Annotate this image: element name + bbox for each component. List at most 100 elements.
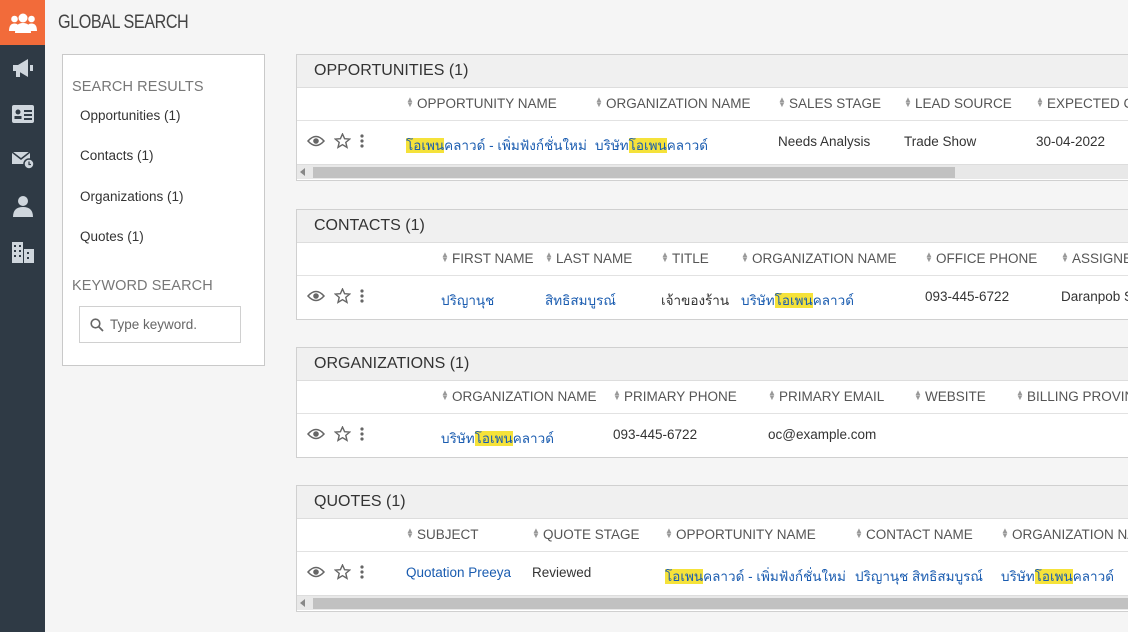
first-name-link[interactable]: ปริญานุช xyxy=(441,289,494,311)
star-icon[interactable] xyxy=(334,426,351,442)
sort-icon: ▲ ▼ xyxy=(441,250,449,264)
search-results-panel: SEARCH RESULTS Opportunities (1) Contact… xyxy=(62,54,265,366)
last-name-link[interactable]: สิทธิสมบูรณ์ xyxy=(545,289,616,311)
results-link-contacts[interactable]: Contacts (1) xyxy=(80,148,154,163)
organization-name-link[interactable]: บริษัทโอเพนคลาวด์ xyxy=(595,134,708,156)
sort-icon: ▲ ▼ xyxy=(1061,250,1069,264)
title-value: เจ้าของร้าน xyxy=(661,293,730,308)
id-card-icon[interactable] xyxy=(0,91,45,137)
opportunity-name-link[interactable]: โอเพนคลาวด์ - เพิ่มฟังก์ชั่นใหม่ xyxy=(406,134,587,156)
page-title: GLOBAL SEARCH xyxy=(58,12,189,33)
keyword-search-input[interactable] xyxy=(110,317,230,332)
sort-icon: ▲ ▼ xyxy=(768,388,776,402)
col-office-phone[interactable]: ▲ ▼ OFFICE PHONE xyxy=(925,251,1037,267)
col-billing-province[interactable]: ▲ ▼ BILLING PROVIN xyxy=(1016,388,1128,405)
col-contact-name[interactable]: ▲ ▼ CONTACT NAME xyxy=(855,526,973,543)
contact-name-link[interactable]: ปริญานุช สิทธิสมบูรณ์ xyxy=(855,565,983,587)
scrollbar-thumb[interactable] xyxy=(313,167,955,178)
megaphone-icon[interactable] xyxy=(0,45,45,91)
sort-icon: ▲ ▼ xyxy=(904,95,912,109)
col-expected-close[interactable]: ▲▼EXPECTED CL xyxy=(1036,95,1128,112)
quote-stage-value: Reviewed xyxy=(532,565,592,580)
star-icon[interactable] xyxy=(334,288,351,304)
users-group-icon[interactable] xyxy=(0,0,45,45)
sort-icon: ▲ ▼ xyxy=(595,95,603,109)
sidebar xyxy=(0,0,45,632)
office-phone-value: 093-445-6722 xyxy=(925,289,1010,304)
more-icon[interactable] xyxy=(360,565,364,579)
buildings-icon[interactable] xyxy=(0,229,45,275)
primary-phone-value: 093-445-6722 xyxy=(613,427,698,442)
organizations-header-row: ▲ ▼ ORGANIZATION NAME ▲ ▼ PRIMARY PHONE ▲ ▼ PR… xyxy=(297,381,1128,414)
sort-icon: ▲ ▼ xyxy=(661,250,669,264)
opportunity-name-link[interactable]: โอเพนคลาวด์ - เพิ่มฟังก์ชั่นใหม่ xyxy=(665,565,846,587)
col-primary-email[interactable]: ▲ ▼ PRIMARY EMAIL xyxy=(768,388,884,405)
search-results-heading: SEARCH RESULTS xyxy=(72,79,204,95)
quotes-section: QUOTES (1) ▲ ▼ SUBJECT ▲ ▼ QUOTE STAGE ▲ ▼ OPP… xyxy=(296,485,1128,612)
results-link-opportunities[interactable]: Opportunities (1) xyxy=(80,108,181,123)
more-icon[interactable] xyxy=(360,427,364,441)
person-icon[interactable] xyxy=(0,183,45,229)
col-organization-name[interactable]: ▲ ▼ ORGANIZATION NAME xyxy=(595,95,751,112)
col-last-name[interactable]: ▲ ▼ LAST NAME xyxy=(545,250,632,267)
col-first-name[interactable]: ▲ ▼ FIRST NAME xyxy=(441,250,534,267)
sort-icon: ▲ ▼ xyxy=(406,95,414,109)
sort-icon: ▲ ▼ xyxy=(914,388,922,402)
horizontal-scrollbar[interactable] xyxy=(297,164,1128,179)
table-row: บริษัทโอเพนคลาวด์ 093-445-6722 oc@exampl… xyxy=(297,414,1128,457)
sales-stage-value: Needs Analysis xyxy=(778,134,871,149)
results-link-quotes[interactable]: Quotes (1) xyxy=(80,229,144,244)
quotes-title: QUOTES (1) xyxy=(297,486,1128,519)
organizations-title: ORGANIZATIONS (1) xyxy=(297,348,1128,381)
subject-link[interactable]: Quotation Preeya xyxy=(406,565,511,580)
sort-icon: ▲ ▼ xyxy=(665,526,673,540)
col-opportunity-name[interactable]: ▲ ▼ OPPORTUNITY NAME xyxy=(406,95,557,112)
sort-icon: ▲ ▼ xyxy=(532,526,540,540)
col-organization-name[interactable]: ▲ ▼ ORGANIZATION NAME xyxy=(741,250,897,267)
eye-icon[interactable] xyxy=(307,566,325,578)
organization-name-link[interactable]: บริษัทโอเพนคลาวด์ xyxy=(441,427,554,449)
col-assigned[interactable]: ▲ ▼ ASSIGNE xyxy=(1061,250,1128,267)
col-lead-source[interactable]: ▲ ▼ LEAD SOURCE xyxy=(904,95,1012,112)
sidebar-nav xyxy=(0,45,45,275)
scroll-left-icon[interactable] xyxy=(300,599,305,607)
sort-icon: ▲ ▼ xyxy=(441,388,449,402)
opportunities-section: OPPORTUNITIES (1) ▲ ▼ OPPORTUNITY NAME ▲ ▼ O… xyxy=(296,54,1128,181)
sort-icon: ▲ ▼ xyxy=(741,250,749,264)
scrollbar-thumb[interactable] xyxy=(313,598,1128,609)
col-title[interactable]: ▲ ▼ TITLE xyxy=(661,250,709,267)
more-icon[interactable] xyxy=(360,289,364,303)
sort-icon: ▲ ▼ xyxy=(1036,95,1044,109)
results-link-organizations[interactable]: Organizations (1) xyxy=(80,189,184,204)
col-opportunity-name[interactable]: ▲ ▼ OPPORTUNITY NAME xyxy=(665,526,816,543)
eye-icon[interactable] xyxy=(307,135,325,147)
sort-icon: ▲ ▼ xyxy=(1016,388,1024,402)
scroll-left-icon[interactable] xyxy=(300,168,305,176)
sort-icon: ▲ ▼ xyxy=(545,250,553,264)
col-organization-name[interactable]: ▲ ▼ ORGANIZATION NA xyxy=(1001,527,1128,543)
organizations-section: ORGANIZATIONS (1) ▲ ▼ ORGANIZATION NAME ▲ ▼… xyxy=(296,347,1128,458)
more-icon[interactable] xyxy=(360,134,364,148)
quotes-header-row: ▲ ▼ SUBJECT ▲ ▼ QUOTE STAGE ▲ ▼ OPPORTUNITY NA… xyxy=(297,519,1128,552)
organization-name-link[interactable]: บริษัทโอเพนคลาวด์ xyxy=(741,289,854,311)
table-row: Quotation Preeya Reviewed โอเพนคลาวด์ - … xyxy=(297,552,1128,595)
col-quote-stage[interactable]: ▲ ▼ QUOTE STAGE xyxy=(532,526,640,543)
star-icon[interactable] xyxy=(334,133,351,149)
sort-icon: ▲ ▼ xyxy=(855,526,863,540)
eye-icon[interactable] xyxy=(307,428,325,440)
sort-icon: ▲ ▼ xyxy=(778,95,786,109)
assigned-value: Daranpob S xyxy=(1061,289,1128,304)
horizontal-scrollbar[interactable] xyxy=(297,595,1128,610)
expected-close-value: 30-04-2022 xyxy=(1036,134,1106,149)
search-icon xyxy=(90,317,104,332)
col-website[interactable]: ▲ ▼ WEBSITE xyxy=(914,388,986,405)
keyword-search-box[interactable] xyxy=(79,306,241,343)
col-primary-phone[interactable]: ▲ ▼ PRIMARY PHONE xyxy=(613,389,737,405)
col-subject[interactable]: ▲ ▼ SUBJECT xyxy=(406,527,479,543)
eye-icon[interactable] xyxy=(307,290,325,302)
organization-name-link[interactable]: บริษัทโอเพนคลาวด์ xyxy=(1001,565,1114,587)
col-organization-name[interactable]: ▲ ▼ ORGANIZATION NAME xyxy=(441,388,597,405)
star-icon[interactable] xyxy=(334,564,351,580)
col-sales-stage[interactable]: ▲ ▼ SALES STAGE xyxy=(778,95,881,112)
mail-clock-icon[interactable] xyxy=(0,137,45,183)
